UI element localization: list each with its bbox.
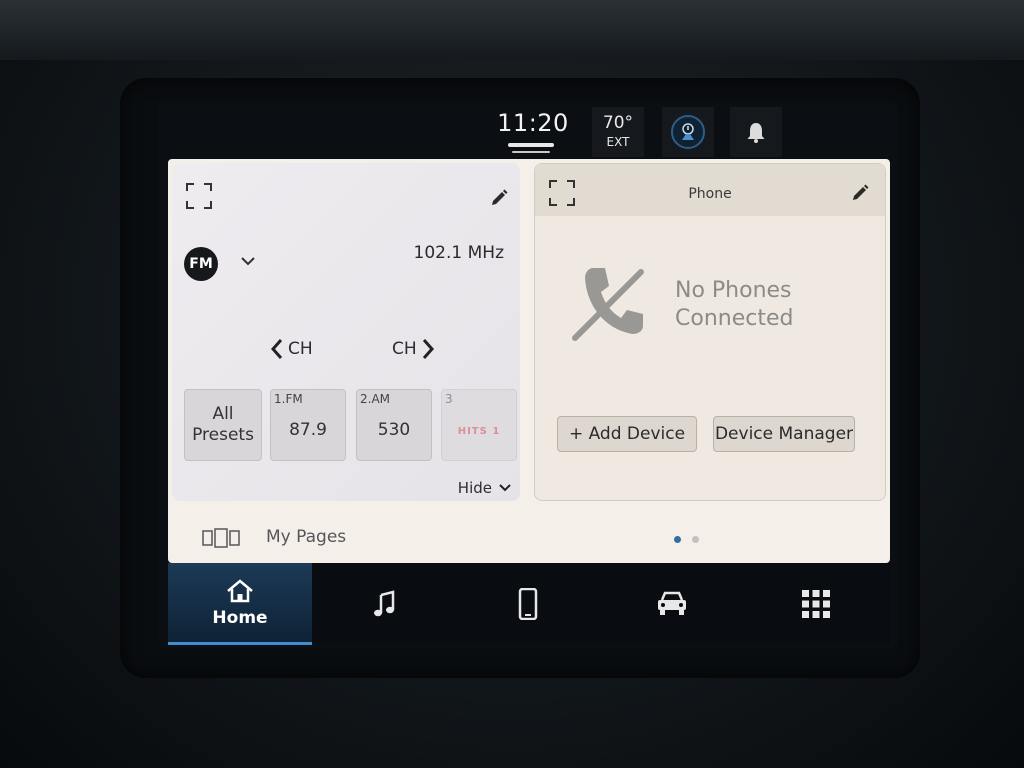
nav-vehicle[interactable] [600,563,744,645]
vehicle-icon [658,591,686,615]
nav-home[interactable]: Home [168,563,312,645]
nav-apps[interactable] [744,563,888,645]
driver-assist-button[interactable] [662,107,714,157]
pulldown-handle-line [512,151,550,153]
home-display: FM 102.1 MHz CH CH All Presets 1.FM 87.9… [168,159,890,563]
temperature-label: EXT [606,135,630,149]
frequency-readout: 102.1 MHz [413,243,504,263]
apps-grid-icon [802,590,830,618]
page-indicator [692,536,699,543]
chevron-down-icon[interactable] [240,255,256,267]
all-presets-label: All Presets [192,404,254,445]
nav-phone[interactable] [456,563,600,645]
expand-icon[interactable] [186,183,212,209]
channel-down-label: CH [288,339,313,359]
phone-card: Phone No Phones Connected + Add Device D… [534,163,886,501]
home-icon [227,578,253,602]
bell-icon [747,123,765,143]
edit-pencil-icon[interactable] [490,189,508,207]
no-phones-line1: No Phones [675,278,792,303]
hide-presets-button[interactable]: Hide [458,479,512,497]
channel-down-button[interactable]: CH [270,335,313,363]
preset-number: 3 [445,392,453,406]
music-icon [374,590,395,617]
no-phones-message: No Phones Connected [675,277,793,333]
nav-home-label: Home [212,607,268,628]
pulldown-handle[interactable] [508,143,554,147]
bottom-nav: Home [168,563,890,645]
preset-button-1[interactable]: 1.FM 87.9 [270,389,346,461]
chevron-left-icon [270,339,283,359]
device-manager-button[interactable]: Device Manager [713,416,855,452]
phone-card-header: Phone [535,164,885,216]
notifications-button[interactable] [730,107,782,157]
pages-icon [202,528,240,548]
phone-icon [518,588,538,620]
my-pages-bar[interactable]: My Pages [168,515,890,563]
clock[interactable]: 11:20 [491,109,575,137]
status-bar: 11:20 70° EXT [158,103,898,159]
preset-button-2[interactable]: 2.AM 530 [356,389,432,461]
preset-number: 2.AM [360,392,391,406]
phone-card-title: Phone [688,186,732,202]
my-pages-label: My Pages [266,527,347,547]
station-logo: HITS 1 [457,426,501,437]
band-badge[interactable]: FM [184,247,218,281]
outside-temperature: 70° EXT [592,107,644,157]
page-indicator-active [674,536,681,543]
temperature-value: 70° [602,113,634,133]
no-phone-icon [572,268,644,341]
all-presets-button[interactable]: All Presets [184,389,262,461]
preset-value: 530 [377,420,411,440]
channel-up-label: CH [392,339,417,359]
add-device-button[interactable]: + Add Device [557,416,697,452]
hide-label: Hide [457,479,492,497]
preset-value: 87.9 [289,420,327,440]
nav-media[interactable] [312,563,456,645]
radio-card: FM 102.1 MHz CH CH All Presets 1.FM 87.9… [172,163,520,501]
channel-up-button[interactable]: CH [392,335,435,363]
no-phones-line2: Connected [675,306,794,331]
preset-number: 1.FM [274,392,303,406]
chevron-right-icon [422,339,434,359]
dashboard-top-trim [0,0,1024,60]
driver-assist-icon [671,115,705,149]
edit-pencil-icon[interactable] [851,184,869,202]
chevron-down-icon [499,484,511,492]
infotainment-screen: 11:20 70° EXT FM 102.1 MHz CH CH All Pre… [158,103,898,648]
preset-button-3[interactable]: 3 HITS 1 [441,389,517,461]
